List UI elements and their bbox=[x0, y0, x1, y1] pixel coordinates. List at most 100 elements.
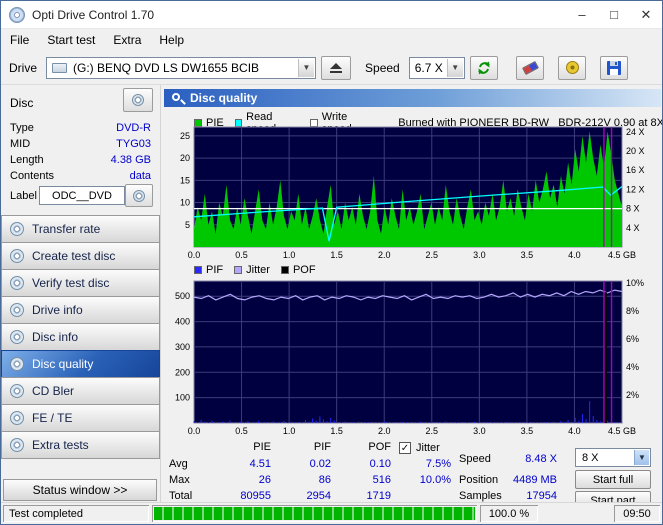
position-label: Position bbox=[459, 474, 499, 486]
svg-text:0.5: 0.5 bbox=[235, 426, 248, 436]
scan-speed-value: 8 X bbox=[582, 451, 599, 464]
results-panel: PIE PIF POF ✓ Jitter Avg 4.51 0.02 0.10 … bbox=[161, 441, 662, 510]
speed-result-value: 8.48 X bbox=[525, 453, 557, 465]
transfer-rate-icon bbox=[10, 222, 24, 236]
disc-info-icon bbox=[10, 330, 24, 344]
legend-bottom: PIF Jitter POF bbox=[194, 264, 327, 276]
sidebar-item-verify-test-disc[interactable]: Verify test disc bbox=[1, 269, 160, 297]
sidebar-item-disc-info[interactable]: Disc info bbox=[1, 323, 160, 351]
chevron-down-icon[interactable]: ▼ bbox=[298, 58, 315, 77]
svg-text:3.5: 3.5 bbox=[521, 250, 534, 260]
sidebar-item-label: Verify test disc bbox=[32, 276, 110, 290]
svg-text:4 X: 4 X bbox=[626, 223, 640, 233]
minimize-button[interactable]: – bbox=[566, 1, 598, 28]
close-button[interactable]: ✕ bbox=[630, 1, 662, 28]
disc-label-field[interactable]: ODC__DVD bbox=[39, 186, 125, 205]
sidebar-item-label: Disc quality bbox=[32, 357, 94, 371]
svg-text:4.5 GB: 4.5 GB bbox=[608, 250, 636, 260]
edit-label-button[interactable] bbox=[125, 184, 153, 207]
sidebar-item-transfer-rate[interactable]: Transfer rate bbox=[1, 215, 160, 243]
svg-text:10: 10 bbox=[180, 198, 190, 208]
magnifier-icon bbox=[172, 93, 180, 101]
jitter-checkbox[interactable]: ✓ bbox=[399, 442, 411, 454]
start-full-button[interactable]: Start full bbox=[575, 470, 651, 489]
menu-file[interactable]: File bbox=[1, 29, 38, 51]
disc-quality-icon bbox=[10, 357, 24, 371]
svg-text:2%: 2% bbox=[626, 390, 639, 400]
eraser-button[interactable] bbox=[516, 55, 544, 80]
jitter-checkbox-label: Jitter bbox=[416, 442, 440, 454]
speed-select[interactable]: 6.7 X ▼ bbox=[408, 56, 465, 79]
refresh-disc-button[interactable] bbox=[123, 88, 153, 112]
gear-icon bbox=[565, 61, 579, 74]
cd-bler-icon bbox=[10, 384, 24, 398]
drive-select[interactable]: (G:) BENQ DVD LS DW1655 BCIB ▼ bbox=[46, 56, 317, 79]
disc-field-contents: Contents data bbox=[10, 170, 151, 184]
speed-select-value: 6.7 X bbox=[414, 60, 443, 75]
menu-start-test[interactable]: Start test bbox=[38, 29, 104, 51]
total-pof: 1719 bbox=[366, 490, 391, 502]
pif-legend-swatch bbox=[194, 266, 202, 274]
fe-te-icon bbox=[10, 411, 24, 425]
svg-text:2.5: 2.5 bbox=[426, 250, 439, 260]
main-area: Disc quality PIE Read speed Write speed … bbox=[161, 85, 662, 510]
row-label-avg: Avg bbox=[169, 458, 188, 470]
scan-speed-select[interactable]: 8 X ▼ bbox=[575, 448, 651, 467]
clock: 09:50 bbox=[614, 505, 660, 522]
avg-jitter: 7.5% bbox=[425, 458, 451, 470]
svg-text:4%: 4% bbox=[626, 362, 639, 372]
app-window: Opti Drive Control 1.70 – □ ✕ File Start… bbox=[0, 0, 663, 525]
page-title: Disc quality bbox=[190, 91, 258, 105]
field-label: Contents bbox=[10, 170, 55, 182]
drive-icon bbox=[52, 62, 68, 73]
total-pif: 2954 bbox=[306, 490, 331, 502]
sidebar-item-label: Extra tests bbox=[32, 438, 89, 452]
refresh-icon bbox=[477, 61, 490, 74]
save-button[interactable] bbox=[600, 55, 628, 80]
row-label-total: Total bbox=[169, 490, 193, 502]
svg-text:3.5: 3.5 bbox=[521, 426, 534, 436]
position-value: 4489 MB bbox=[512, 474, 557, 486]
sidebar-item-fe-te[interactable]: FE / TE bbox=[1, 404, 160, 432]
field-value: DVD-R bbox=[116, 122, 151, 134]
save-icon bbox=[607, 60, 621, 75]
sidebar-item-create-test-disc[interactable]: Create test disc bbox=[1, 242, 160, 270]
sidebar-item-cd-bler[interactable]: CD Bler bbox=[1, 377, 160, 405]
svg-text:1.5: 1.5 bbox=[330, 426, 343, 436]
col-header-pie: PIE bbox=[253, 441, 271, 453]
status-bar: Test completed 100.0 % 09:50 bbox=[1, 502, 662, 524]
sidebar-item-label: FE / TE bbox=[32, 411, 73, 425]
eraser-icon bbox=[521, 60, 539, 75]
status-window-button[interactable]: Status window >> bbox=[3, 479, 157, 501]
menu-help[interactable]: Help bbox=[150, 29, 193, 51]
avg-pie: 4.51 bbox=[249, 458, 271, 470]
svg-text:2.5: 2.5 bbox=[426, 426, 439, 436]
sidebar-item-label: CD Bler bbox=[32, 384, 75, 398]
svg-text:4.5 GB: 4.5 GB bbox=[608, 426, 636, 436]
options-button[interactable] bbox=[558, 55, 586, 80]
max-pif: 86 bbox=[318, 474, 331, 486]
maximize-button[interactable]: □ bbox=[598, 1, 630, 28]
toolbar: Drive (G:) BENQ DVD LS DW1655 BCIB ▼ Spe… bbox=[1, 51, 662, 85]
refresh-disc-icon bbox=[132, 94, 144, 106]
refresh-speeds-button[interactable] bbox=[469, 55, 498, 80]
col-header-pif: PIF bbox=[313, 441, 331, 453]
statusbar-spacer bbox=[541, 505, 611, 522]
sidebar-item-label: Transfer rate bbox=[32, 222, 101, 236]
svg-text:15: 15 bbox=[180, 175, 190, 185]
progress-percent: 100.0 % bbox=[480, 505, 538, 522]
chevron-down-icon[interactable]: ▼ bbox=[446, 58, 463, 77]
sidebar-item-drive-info[interactable]: Drive info bbox=[1, 296, 160, 324]
window-title: Opti Drive Control 1.70 bbox=[32, 7, 155, 22]
sidebar-item-disc-quality[interactable]: Disc quality bbox=[1, 350, 160, 378]
chevron-down-icon[interactable]: ▼ bbox=[634, 450, 649, 465]
total-pie: 80955 bbox=[240, 490, 271, 502]
menu-extra[interactable]: Extra bbox=[104, 29, 150, 51]
svg-text:1.0: 1.0 bbox=[283, 250, 296, 260]
sidebar-item-extra-tests[interactable]: Extra tests bbox=[1, 431, 160, 459]
jitter-legend-swatch bbox=[234, 266, 243, 274]
svg-text:8%: 8% bbox=[626, 306, 639, 316]
eject-button[interactable] bbox=[321, 55, 352, 80]
field-value: 4.38 GB bbox=[110, 154, 151, 166]
disc-field-mid: MID TYG03 bbox=[10, 138, 151, 152]
